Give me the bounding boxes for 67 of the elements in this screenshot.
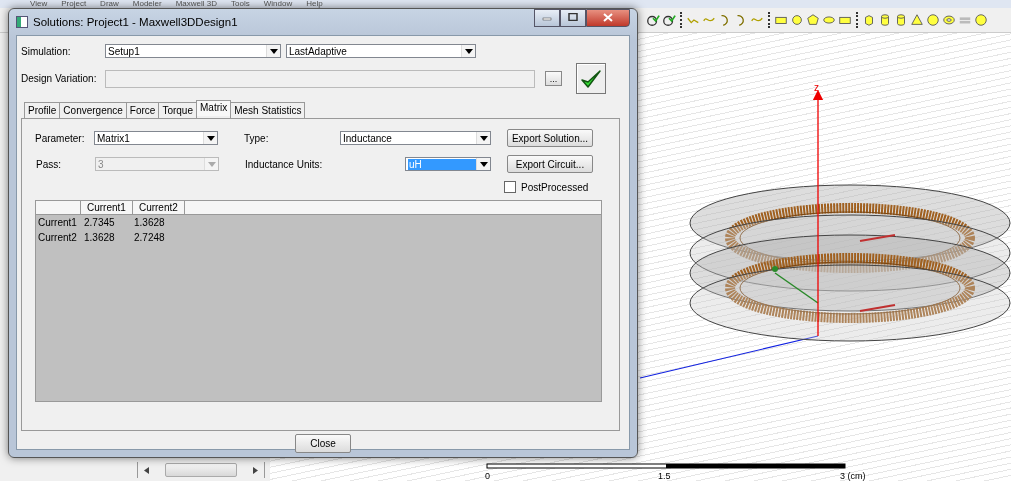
- field-label: Parameter:: [35, 132, 86, 144]
- field-label: Design Variation:: [21, 73, 98, 84]
- checkbox-label: PostProcessed: [521, 181, 589, 193]
- minimize-button[interactable]: [534, 9, 560, 27]
- scrollbar-thumb[interactable]: [165, 463, 237, 477]
- ellipse-icon[interactable]: [822, 13, 836, 27]
- export-solution-button[interactable]: Export Solution...: [507, 129, 593, 147]
- column-header: Current2: [132, 201, 185, 214]
- export-circuit-button[interactable]: Export Circuit...: [507, 155, 593, 173]
- menu-item[interactable]: Help: [306, 0, 323, 8]
- cylinder-icon[interactable]: [894, 13, 908, 27]
- table-cell-text: 1.3628: [83, 231, 116, 245]
- table-cell-text: 1.3628: [133, 216, 166, 230]
- scale-label: 0: [485, 471, 490, 481]
- parameter-dropdown[interactable]: Matrix1: [94, 131, 218, 145]
- sphere-icon[interactable]: [926, 13, 940, 27]
- maximize-icon: [568, 13, 578, 21]
- window-title: Solutions: Project1 - Maxwell3DDesign1: [33, 16, 239, 28]
- row-header: Current1: [37, 216, 78, 230]
- field-label: Pass:: [35, 158, 62, 170]
- solution-dropdown[interactable]: LastAdaptive: [286, 44, 476, 58]
- solve-icon[interactable]: [646, 13, 660, 27]
- scroll-right-icon[interactable]: [253, 466, 258, 474]
- check-icon: [579, 67, 603, 90]
- tab[interactable]: Matrix: [196, 100, 232, 116]
- cone-icon[interactable]: [910, 13, 924, 27]
- setup-dropdown[interactable]: Setup1: [105, 44, 281, 58]
- menu-item[interactable]: Modeler: [132, 0, 162, 8]
- sphere-icon[interactable]: [974, 13, 988, 27]
- window-icon: [16, 16, 28, 28]
- scroll-left-icon[interactable]: [144, 466, 149, 474]
- scale-label: 3 (cm): [840, 471, 866, 481]
- table-cell-text: 2.7345: [83, 216, 116, 230]
- cylinder-icon[interactable]: [878, 13, 892, 27]
- horizontal-scrollbar[interactable]: [137, 462, 265, 478]
- browse-button[interactable]: ...: [545, 71, 562, 86]
- axis-label: z: [814, 82, 819, 93]
- design-variation-field[interactable]: [105, 69, 535, 88]
- menu-item[interactable]: Project: [61, 0, 87, 8]
- tab[interactable]: Convergence: [59, 102, 127, 118]
- tab[interactable]: Mesh Statistics: [230, 102, 306, 118]
- field-label: Type:: [244, 132, 270, 144]
- menu-item[interactable]: Maxwell 3D: [175, 0, 218, 8]
- circle-icon[interactable]: [790, 13, 804, 27]
- close-icon: [603, 12, 613, 22]
- close-window-button[interactable]: [586, 9, 630, 27]
- column-header: Current1: [81, 201, 133, 214]
- polygon-icon[interactable]: [806, 13, 820, 27]
- postprocessed-checkbox[interactable]: [504, 181, 516, 193]
- box-icon[interactable]: [862, 13, 876, 27]
- field-label: Inductance Units:: [245, 158, 324, 170]
- tab[interactable]: Torque: [158, 102, 197, 118]
- status-button[interactable]: [576, 63, 606, 94]
- tab[interactable]: Profile: [24, 102, 61, 118]
- type-dropdown[interactable]: Inductance: [340, 131, 491, 145]
- menu-item[interactable]: Tools: [231, 0, 250, 8]
- table-cell-text: 2.7248: [133, 231, 166, 245]
- solve-icon[interactable]: [662, 13, 676, 27]
- row-header: Current2: [37, 231, 78, 245]
- menu-item[interactable]: Window: [263, 0, 293, 8]
- maximize-button[interactable]: [560, 9, 586, 27]
- close-button[interactable]: Close: [295, 434, 351, 453]
- scale-label: 1.5: [658, 471, 671, 481]
- menu-item[interactable]: View: [30, 0, 48, 8]
- field-label: Simulation:: [21, 45, 72, 57]
- menu-item[interactable]: Draw: [100, 0, 119, 8]
- torus-icon[interactable]: [942, 13, 956, 27]
